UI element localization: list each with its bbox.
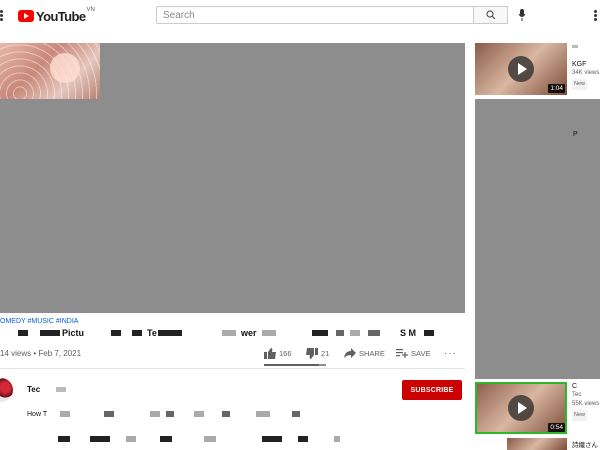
redacted-block bbox=[58, 436, 70, 442]
menu-icon[interactable] bbox=[0, 10, 4, 22]
redacted-block bbox=[111, 330, 121, 336]
video-thumbnail bbox=[507, 438, 567, 450]
youtube-play-icon bbox=[18, 10, 34, 22]
redacted-block bbox=[334, 436, 340, 442]
redacted-block bbox=[572, 51, 600, 60]
title-fragment: Pictu bbox=[62, 328, 85, 338]
title-fragment: wer bbox=[241, 328, 257, 338]
new-badge: New bbox=[572, 79, 588, 90]
play-icon bbox=[508, 56, 534, 82]
redacted-block bbox=[336, 330, 344, 336]
video-thumbnail: 1:04 bbox=[475, 43, 567, 95]
view-count: 34K views bbox=[572, 70, 600, 76]
view-count-date: 14 views • Feb 7, 2021 bbox=[0, 349, 82, 358]
recommended-video-placeholder[interactable]: P bbox=[475, 99, 600, 379]
recommended-video[interactable]: 0:54 C Tec 55K views New bbox=[475, 382, 600, 436]
like-ratio-fill bbox=[264, 364, 320, 366]
video-thumbnail: 0:54 bbox=[475, 382, 567, 434]
redacted-block bbox=[298, 436, 308, 442]
redacted-block bbox=[256, 411, 270, 417]
more-vert-icon[interactable] bbox=[594, 10, 598, 22]
search-placeholder: Search bbox=[163, 9, 195, 21]
redacted-block bbox=[204, 436, 216, 442]
search-input[interactable]: Search bbox=[156, 6, 474, 24]
description-text: How T bbox=[27, 411, 48, 418]
search-button[interactable] bbox=[474, 6, 508, 24]
partial-title: P bbox=[573, 131, 578, 138]
redacted-block bbox=[90, 436, 110, 442]
redacted-block bbox=[56, 387, 67, 393]
logo-text: YouTube bbox=[36, 8, 86, 24]
redacted-block bbox=[150, 411, 160, 417]
play-icon bbox=[508, 395, 534, 421]
redacted-block bbox=[368, 330, 380, 336]
redacted-block bbox=[222, 330, 236, 336]
channel-avatar[interactable] bbox=[0, 378, 13, 402]
video-title: Pictu Te wer S M bbox=[0, 328, 465, 338]
share-button[interactable]: SHARE bbox=[344, 345, 385, 361]
recommended-video-info: KGF 34K views New bbox=[572, 43, 600, 90]
like-button[interactable]: 166 bbox=[264, 345, 292, 361]
recommended-video-channel: KGF bbox=[572, 61, 587, 68]
logo-region: VN bbox=[86, 7, 95, 13]
dislike-button[interactable]: 21 bbox=[306, 345, 329, 361]
redacted-block bbox=[262, 436, 282, 442]
recommended-video-info: C Tec 55K views New bbox=[572, 382, 600, 421]
subscribe-button[interactable]: SUBSCRIBE bbox=[402, 380, 462, 400]
redacted-block bbox=[104, 411, 114, 417]
redacted-block bbox=[126, 436, 136, 442]
video-duration: 1:04 bbox=[548, 84, 565, 93]
recommended-video-title: 詩織さん bbox=[572, 442, 598, 449]
redacted-block bbox=[262, 330, 276, 336]
redacted-block bbox=[350, 330, 360, 336]
dislike-count: 21 bbox=[321, 348, 330, 358]
playlist-add-icon bbox=[396, 349, 408, 358]
save-label: SAVE bbox=[411, 348, 431, 358]
redacted-block bbox=[194, 411, 204, 417]
recommended-video-channel: Tec bbox=[572, 392, 582, 398]
channel-name[interactable]: Tec bbox=[27, 385, 67, 394]
video-hashtags[interactable]: OMEDY #MUSIC #INDIA bbox=[0, 318, 78, 325]
like-count: 166 bbox=[279, 348, 292, 358]
mic-icon[interactable] bbox=[517, 9, 527, 21]
redacted-block bbox=[60, 411, 70, 417]
redacted-block bbox=[158, 330, 182, 336]
save-button[interactable]: SAVE bbox=[396, 345, 430, 361]
search-icon bbox=[485, 10, 495, 20]
video-description: How T bbox=[27, 411, 47, 418]
redacted-block bbox=[18, 330, 28, 336]
recommended-video[interactable]: 1:04 KGF 34K views New bbox=[475, 43, 600, 97]
video-actions: 166 21 SHARE SAVE ··· bbox=[264, 345, 464, 361]
title-fragment: Te bbox=[147, 328, 157, 338]
redacted-block bbox=[160, 436, 172, 442]
share-label: SHARE bbox=[359, 348, 385, 358]
redacted-block bbox=[292, 411, 300, 417]
channel-name-text: Tec bbox=[27, 385, 41, 394]
view-count: 55K views bbox=[572, 401, 600, 407]
thumbs-down-icon bbox=[306, 347, 318, 359]
video-duration: 0:54 bbox=[548, 423, 565, 432]
youtube-logo[interactable]: YouTube VN bbox=[18, 7, 95, 24]
redacted-block bbox=[312, 330, 328, 336]
redacted-block bbox=[572, 43, 600, 51]
redacted-block bbox=[132, 330, 142, 336]
redacted-block bbox=[424, 330, 434, 336]
redacted-block bbox=[40, 330, 60, 336]
title-fragment: S M bbox=[400, 328, 417, 338]
share-icon bbox=[344, 348, 356, 358]
more-actions-icon[interactable]: ··· bbox=[444, 345, 457, 361]
thumbs-up-icon bbox=[264, 347, 276, 359]
redacted-block bbox=[222, 411, 230, 417]
redacted-block bbox=[166, 411, 174, 417]
partial-title: C bbox=[572, 383, 578, 390]
recommended-video[interactable]: 詩織さん bbox=[475, 438, 600, 450]
new-badge: New bbox=[572, 410, 588, 421]
like-dislike-bar bbox=[264, 364, 326, 366]
divider bbox=[0, 368, 465, 369]
video-overlay-thumbnail bbox=[0, 43, 100, 99]
